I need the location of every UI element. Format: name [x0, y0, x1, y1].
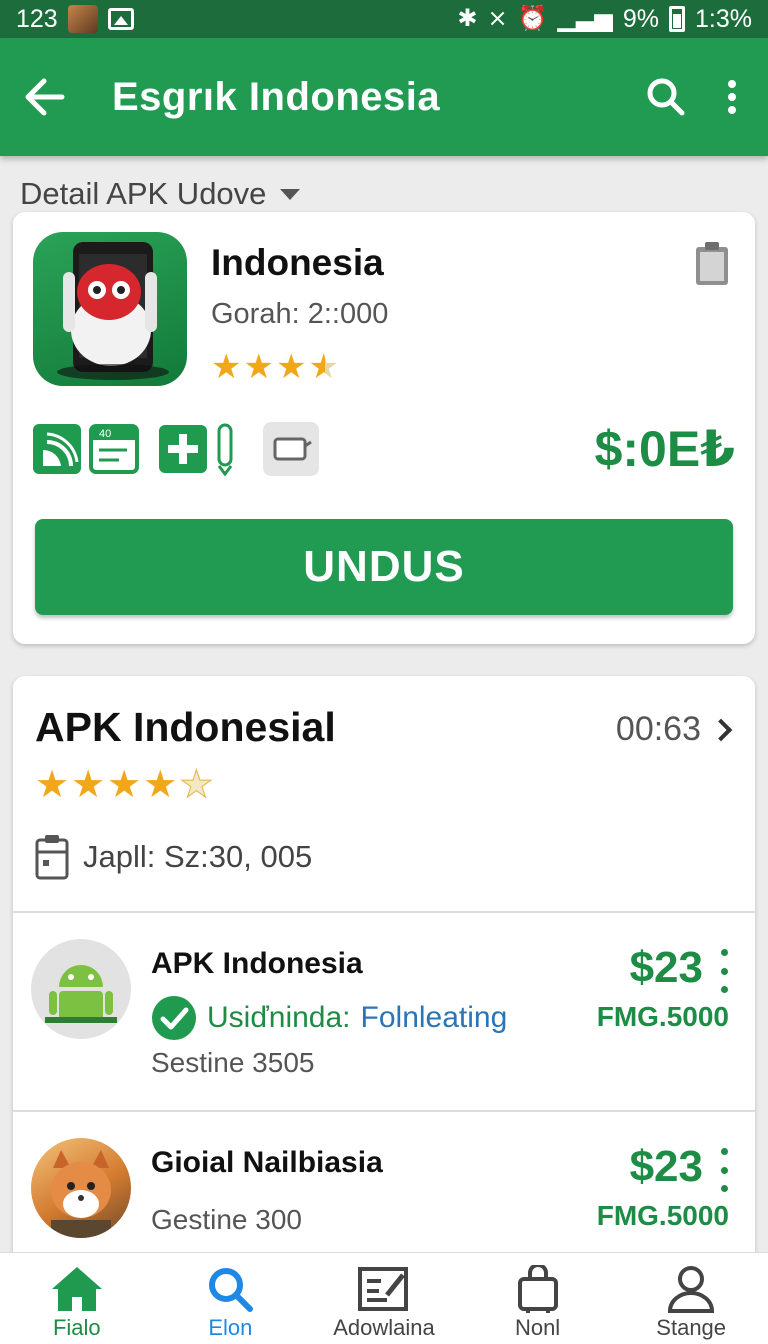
list-item-price-sub: FMG.5000 — [596, 1001, 729, 1032]
more-vertical-icon — [728, 80, 736, 114]
storage-feature-icon: 40 — [89, 424, 139, 474]
card-date-text: Japll: Sz:30, 005 — [83, 839, 313, 874]
card-rating-stars: ★ ★ ★ ★ ★ — [35, 764, 214, 806]
tablet-feature-icon — [263, 422, 319, 476]
verified-check-icon — [152, 996, 196, 1040]
storage-chip-text: 40 — [99, 428, 111, 440]
list-item-name: APK Indonesia — [151, 947, 363, 980]
search-button[interactable] — [642, 73, 690, 121]
battery-percent: 9% — [622, 4, 660, 33]
nav-downloads[interactable]: Adowlaina — [307, 1253, 461, 1344]
robot-phone-icon — [57, 242, 169, 380]
list-item-name: Gioial Nailbiasia — [151, 1146, 383, 1179]
download-button[interactable]: UNDUS — [35, 519, 733, 615]
wifi-feature-icon — [33, 424, 81, 474]
app-bar: Esgrık Indonesia — [0, 38, 768, 156]
list-item-price: $23 — [629, 943, 703, 992]
card-time: 00:63 — [615, 710, 701, 748]
search-icon — [647, 78, 685, 116]
star-half-icon: ★ — [308, 348, 339, 386]
more-vertical-icon[interactable] — [715, 1148, 733, 1192]
app-price: $:0E₺ — [594, 421, 735, 477]
cat-avatar — [31, 1138, 131, 1238]
back-button[interactable] — [22, 75, 66, 119]
list-item-subtitle: Sestine 3505 — [151, 1047, 315, 1078]
list-item-subtitle: Gestine 300 — [151, 1204, 302, 1235]
home-icon — [51, 1267, 102, 1311]
alarm-icon: ⏰ — [517, 5, 548, 32]
status-time: 1:3% — [695, 4, 752, 33]
card-title: APK Indonesial — [35, 704, 336, 750]
android-avatar — [31, 939, 131, 1039]
gallery-icon — [107, 8, 134, 30]
nav-search-label: Elon — [208, 1315, 253, 1340]
notification-avatar-icon — [67, 5, 98, 33]
app-name: Indonesia — [211, 242, 384, 283]
list-item-price: $23 — [629, 1142, 703, 1191]
section-label: Detail APK Udove — [20, 176, 267, 211]
chevron-right-icon — [709, 718, 733, 741]
calendar-icon — [35, 835, 69, 880]
card-date: Japll: Sz:30, 005 — [35, 834, 312, 880]
user-icon — [668, 1266, 715, 1313]
more-vertical-icon[interactable] — [715, 949, 733, 993]
battery-icon — [669, 6, 686, 32]
star-empty-icon: ★ — [179, 764, 214, 806]
bottom-navigation: Fialo Elon Adowlaina Nonl Stange — [0, 1252, 768, 1344]
dropdown-caret-icon — [280, 188, 301, 200]
star-icon: ★ — [275, 348, 307, 386]
status-left-text: 123 — [16, 4, 58, 33]
list-item[interactable]: APK Indonesia Usiďninda: Folnleating Ses… — [13, 913, 755, 1109]
section-dropdown[interactable]: Detail APK Udove — [20, 176, 301, 212]
list-item-price-sub: FMG.5000 — [596, 1200, 729, 1231]
thermometer-feature-icon — [217, 423, 233, 476]
nav-search[interactable]: Elon — [154, 1253, 308, 1344]
status-bar: 123 ✱ ⨯ ⏰ ▁▃▅ 9% 1:3% — [0, 0, 768, 38]
card-time-link[interactable]: 00:63 — [616, 710, 735, 749]
plus-feature-icon — [159, 425, 207, 473]
android-icon — [45, 965, 117, 1023]
signal-icon: ▁▃▅ — [557, 5, 613, 32]
search-icon — [209, 1268, 254, 1312]
star-icon: ★ — [35, 764, 70, 806]
overflow-menu-button[interactable] — [712, 73, 752, 121]
nav-bag[interactable]: Nonl — [461, 1253, 615, 1344]
star-icon: ★ — [143, 764, 178, 806]
nav-home-label: Fialo — [52, 1315, 101, 1340]
list-item-status: Usiďninda: Folnleating — [151, 995, 507, 1041]
nav-downloads-label: Adowlaina — [333, 1315, 435, 1340]
nav-profile-label: Stange — [656, 1315, 727, 1340]
nav-profile[interactable]: Stange — [614, 1253, 768, 1344]
nav-home[interactable]: Fialo — [0, 1253, 154, 1344]
edit-document-icon — [357, 1267, 408, 1311]
app-bar-title: Esgrık Indonesia — [112, 74, 441, 119]
back-arrow-icon — [25, 78, 65, 116]
app-rating-stars: ★ ★ ★ ★ — [211, 350, 339, 384]
bluetooth-icon: ✱ — [457, 5, 478, 32]
shopping-bag-icon — [517, 1265, 558, 1313]
clipboard-icon[interactable] — [693, 240, 731, 288]
star-icon: ★ — [107, 764, 142, 806]
star-icon: ★ — [71, 764, 106, 806]
star-icon: ★ — [243, 348, 274, 386]
status-link[interactable]: Folnleating — [361, 1001, 508, 1035]
mute-icon: ⨯ — [487, 5, 508, 32]
cat-icon — [51, 1150, 111, 1238]
star-icon: ★ — [211, 348, 242, 386]
status-label: Usiďninda: — [207, 1001, 351, 1034]
nav-bag-label: Nonl — [514, 1315, 561, 1340]
apk-list-card: APK Indonesial 00:63 ★ ★ ★ ★ ★ Japll: Sz… — [13, 676, 755, 1316]
app-meta: Gorah: 2::000 — [211, 298, 389, 330]
app-detail-card: Indonesia Gorah: 2::000 ★ ★ ★ ★ 40 $:0E₺… — [13, 212, 755, 644]
app-icon[interactable] — [33, 232, 187, 386]
